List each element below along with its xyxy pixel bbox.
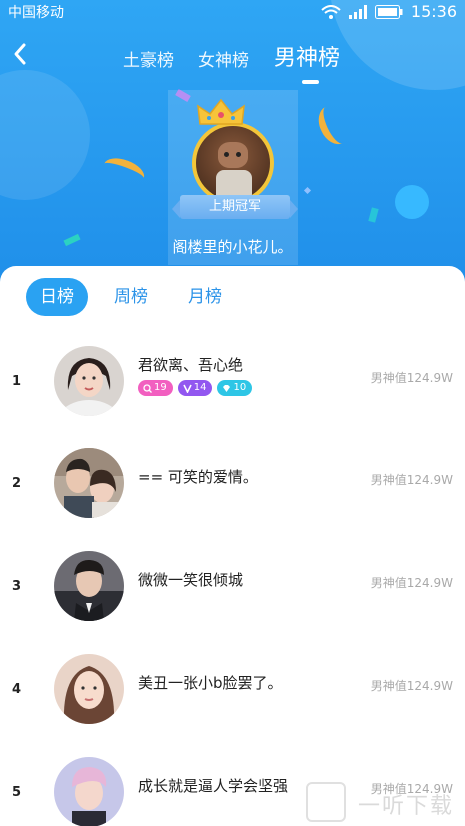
ribbon-label: 上期冠军 xyxy=(208,199,261,214)
signal-icon xyxy=(348,4,367,19)
crown-icon xyxy=(197,98,245,125)
diamond-badge: 10 xyxy=(217,380,253,396)
leaderboard-tabs: 土豪榜 女神榜 男神榜 xyxy=(0,38,465,78)
username: 成长就是逼人学会坚强 xyxy=(138,777,289,795)
battery-icon xyxy=(374,4,403,19)
wifi-icon xyxy=(321,4,341,19)
confetti-piece xyxy=(303,186,312,195)
ranking-row[interactable]: 2 == 可笑的爱情。 男神值124.9W xyxy=(0,448,465,538)
male-god-score: 男神值124.9W xyxy=(370,679,453,693)
username: 美丑一张小b脸罢了。 xyxy=(138,674,283,692)
rank-number: 1 xyxy=(12,374,22,389)
champion-ribbon: 上期冠军 xyxy=(172,195,298,219)
rank-number: 3 xyxy=(12,579,22,594)
avatar[interactable] xyxy=(54,551,124,621)
level-badge: 19 xyxy=(138,380,173,396)
tab-goddess-list[interactable]: 女神榜 xyxy=(198,46,249,71)
vip-badge: 14 xyxy=(177,380,213,396)
carrier-label: 中国移动 xyxy=(8,5,64,21)
period-tabs: 日榜 周榜 月榜 xyxy=(26,278,248,316)
v-icon xyxy=(183,384,192,393)
watermark-logo xyxy=(306,782,346,822)
status-bar: 中国移动 15:36 xyxy=(0,0,465,24)
active-tab-indicator xyxy=(302,80,319,84)
avatar[interactable] xyxy=(54,757,124,826)
decor-circle xyxy=(0,70,90,200)
confetti-ribbon xyxy=(100,153,148,189)
ranking-row[interactable]: 3 微微一笑很倾城 男神值124.9W xyxy=(0,551,465,641)
rank-number: 5 xyxy=(12,785,22,800)
decor-circle xyxy=(395,185,429,219)
tab-monthly[interactable]: 月榜 xyxy=(174,278,236,316)
tab-rich-list[interactable]: 土豪榜 xyxy=(123,46,174,71)
username: 君欲离、吾心绝 xyxy=(138,356,244,374)
tab-weekly[interactable]: 周榜 xyxy=(100,278,162,316)
champion-name: 阁楼里的小花儿。 xyxy=(172,238,293,256)
male-god-score: 男神值124.9W xyxy=(370,371,453,385)
tab-male-god-list[interactable]: 男神榜 xyxy=(274,40,340,72)
ranking-row[interactable]: 1 君欲离、吾心绝 19 14 10 男神值124.9W xyxy=(0,346,465,436)
champion-avatar[interactable] xyxy=(192,122,274,204)
avatar[interactable] xyxy=(54,654,124,724)
username: == 可笑的爱情。 xyxy=(138,468,258,486)
confetti-piece xyxy=(368,207,379,223)
confetti-ribbon xyxy=(312,100,356,150)
rank-number: 2 xyxy=(12,476,22,491)
clock-time: 15:36 xyxy=(410,2,457,21)
username: 微微一笑很倾城 xyxy=(138,571,244,589)
ranking-panel: 日榜 周榜 月榜 1 君欲离、吾心绝 19 14 10 男神值124.9W 2 … xyxy=(0,266,465,826)
avatar[interactable] xyxy=(54,448,124,518)
diamond-icon xyxy=(223,384,231,392)
search-icon xyxy=(143,383,152,393)
male-god-score: 男神值124.9W xyxy=(370,576,453,590)
ranking-row[interactable]: 4 美丑一张小b脸罢了。 男神值124.9W xyxy=(0,654,465,744)
avatar[interactable] xyxy=(54,346,124,416)
male-god-score: 男神值124.9W xyxy=(370,473,453,487)
rank-number: 4 xyxy=(12,682,22,697)
watermark-text: 一听下载 xyxy=(358,794,455,819)
badge-group: 19 14 10 xyxy=(138,380,253,396)
tab-daily[interactable]: 日榜 xyxy=(26,278,88,316)
watermark: 一听下载 xyxy=(306,778,465,826)
